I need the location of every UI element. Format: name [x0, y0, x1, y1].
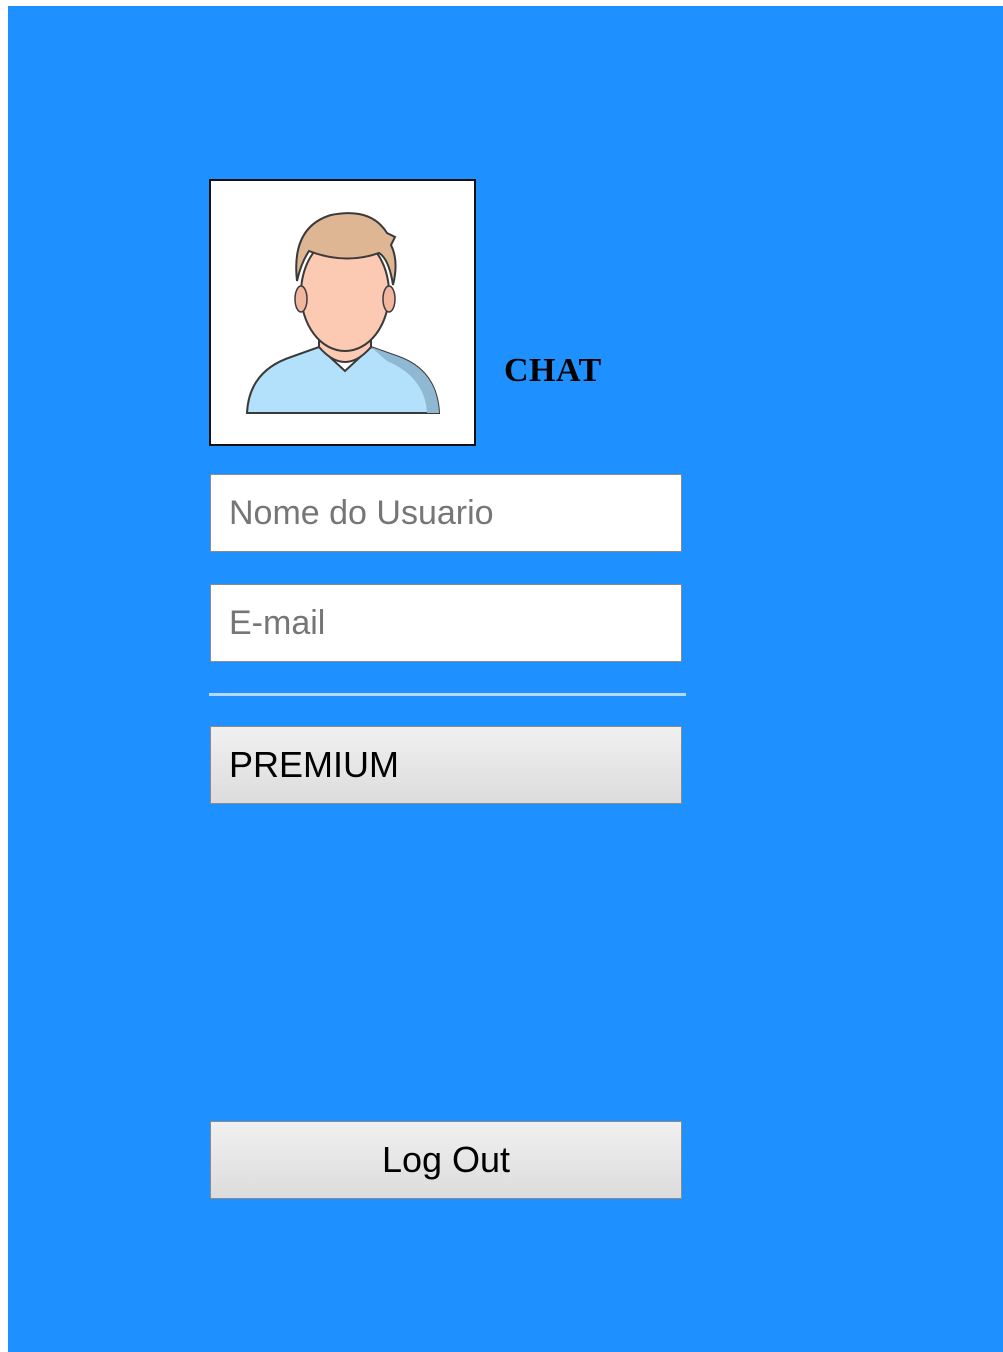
user-avatar-icon — [245, 212, 441, 414]
premium-button[interactable]: PREMIUM — [210, 726, 682, 804]
divider — [209, 693, 686, 696]
avatar[interactable] — [209, 179, 476, 446]
page-title: CHAT — [504, 352, 602, 389]
logout-button[interactable]: Log Out — [210, 1121, 682, 1199]
username-input[interactable] — [210, 474, 682, 552]
profile-screen: CHAT PREMIUM Log Out — [8, 6, 1003, 1352]
email-input[interactable] — [210, 584, 682, 662]
